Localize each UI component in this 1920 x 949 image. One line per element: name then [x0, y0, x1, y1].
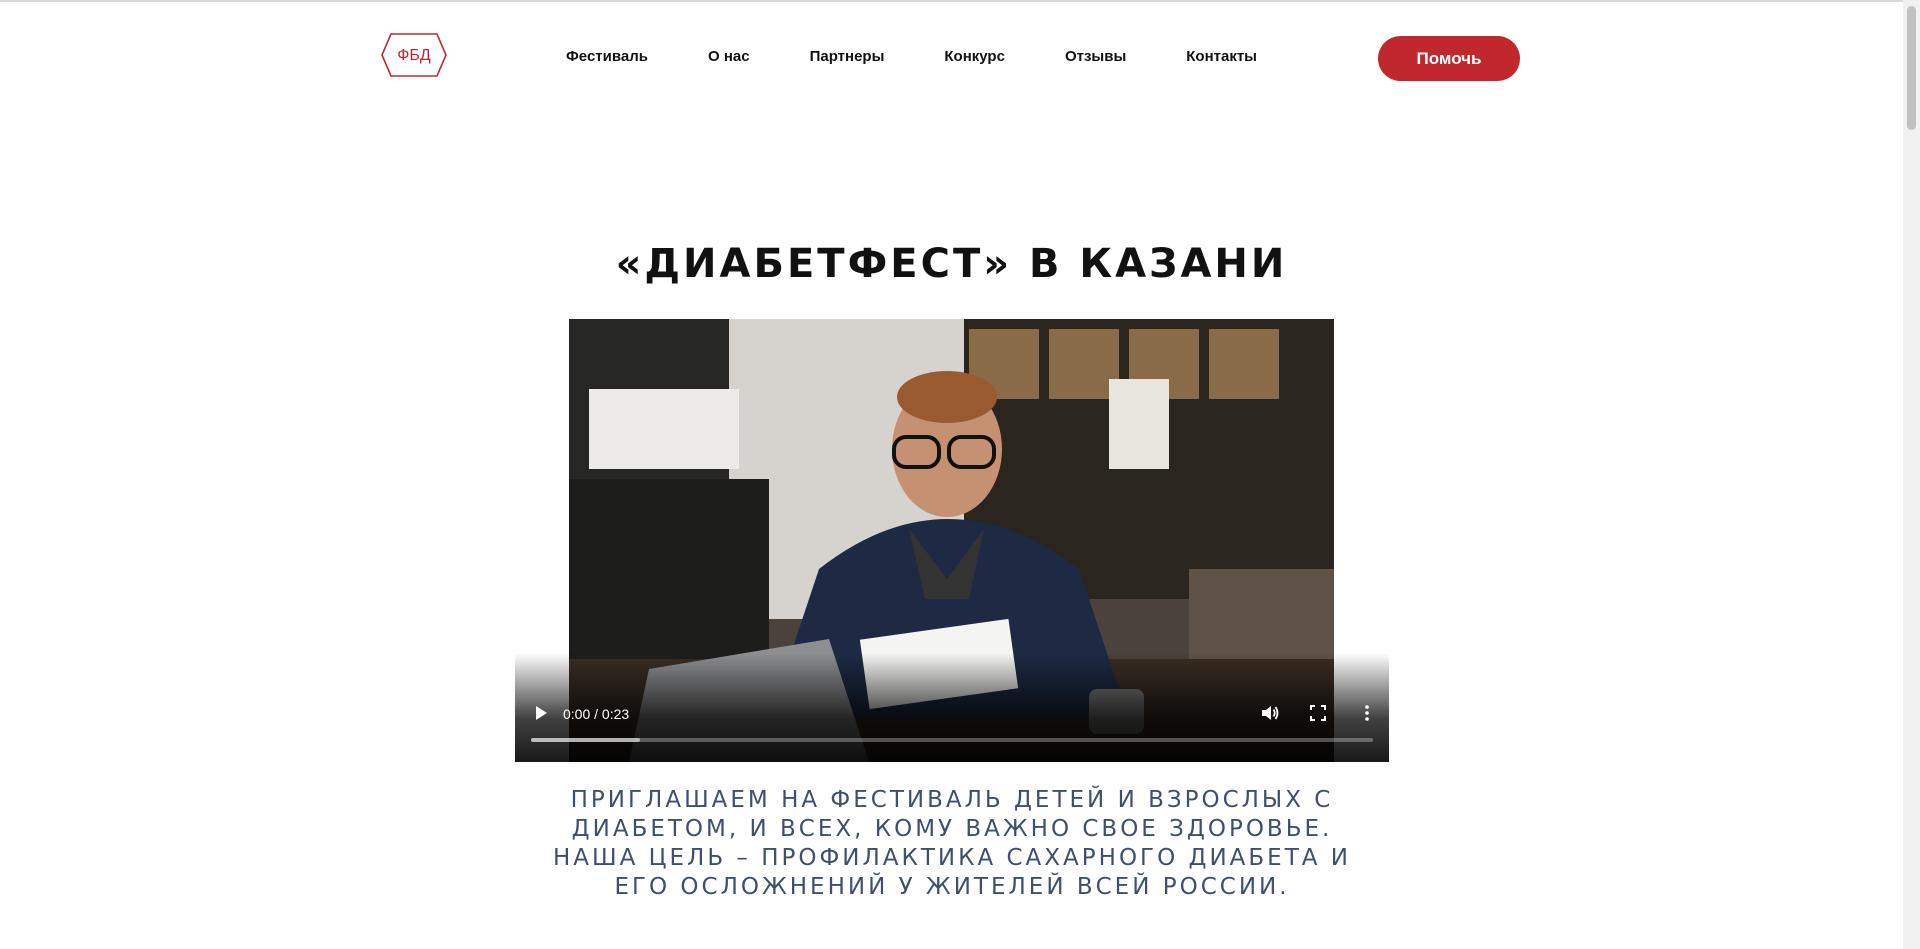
play-icon — [536, 706, 547, 720]
nav-item-festival[interactable]: Фестиваль — [566, 47, 648, 67]
nav-item-contacts[interactable]: Контакты — [1186, 47, 1257, 67]
scrollbar-thumb[interactable] — [1907, 6, 1916, 130]
video-player[interactable]: 0:00 / 0:23 — [515, 319, 1389, 762]
logo-icon: ФБД — [381, 33, 447, 77]
fullscreen-button[interactable] — [1309, 704, 1327, 722]
more-options-icon — [1365, 705, 1369, 721]
more-options-button[interactable] — [1357, 703, 1377, 723]
volume-icon — [1262, 706, 1279, 720]
video-time: 0:00 / 0:23 — [563, 706, 630, 722]
logo-text: ФБД — [397, 47, 431, 64]
festival-intro-text: ПРИГЛАШАЕМ НА ФЕСТИВАЛЬ ДЕТЕЙ И ВЗРОСЛЫХ… — [552, 787, 1352, 900]
video-progress-fill — [531, 738, 641, 742]
page-scrollbar[interactable] — [1903, 0, 1920, 949]
video-controls — [515, 653, 1389, 762]
video-progress-bar[interactable] — [531, 738, 1373, 742]
nav-item-about[interactable]: О нас — [708, 47, 750, 67]
nav-item-partners[interactable]: Партнеры — [810, 47, 885, 67]
fullscreen-icon — [1310, 705, 1326, 721]
logo-link[interactable]: ФБД — [381, 33, 447, 77]
site-header: ФБД Фестиваль О нас Партнеры Конкурс Отз… — [0, 0, 1903, 100]
nav-item-reviews[interactable]: Отзывы — [1065, 47, 1126, 67]
volume-button[interactable] — [1260, 703, 1280, 723]
page-title: «ДИАБЕТФЕСТ» В КАЗАНИ — [615, 241, 1288, 287]
nav-item-contest[interactable]: Конкурс — [944, 47, 1005, 67]
play-button[interactable] — [533, 705, 549, 721]
main-nav: Фестиваль О нас Партнеры Конкурс Отзывы … — [566, 47, 1257, 67]
help-button[interactable]: Помочь — [1378, 36, 1520, 81]
